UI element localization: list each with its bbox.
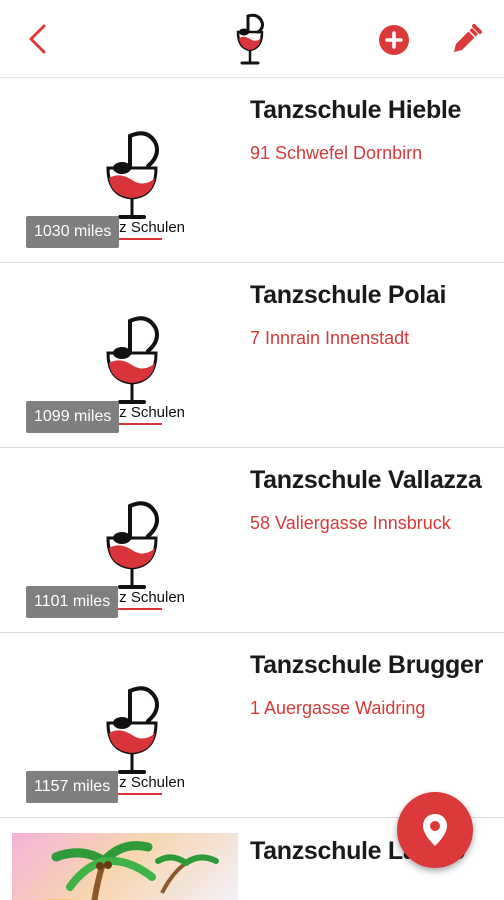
map-pin-icon [423,814,447,846]
top-app-bar [0,0,504,78]
listing-thumbnail: Tanz Schulen 1157 miles [20,647,240,803]
plus-circle-icon [379,25,409,55]
list-item[interactable]: Tanz Schulen 1030 miles Tanzschule Hiebl… [0,78,504,263]
listing-name: Tanzschule Polai [250,281,447,309]
listing-thumbnail: Tanz Schulen 1099 miles [20,277,240,433]
distance-badge: 1157 miles [26,771,119,803]
distance-badge: 1030 miles [26,216,120,248]
palm-tree-illustration [37,841,219,900]
add-button[interactable] [378,24,410,56]
pencil-icon [454,24,482,52]
listing-thumbnail: Tanz Schulen 1030 miles [20,92,240,248]
listing-address: 91 Schwefel Dornbirn [250,143,423,163]
distance-badge: 1099 miles [26,401,120,433]
listing-address: 58 Valiergasse Innsbruck [250,513,451,533]
listing-address: 7 Innrain Innenstadt [250,328,410,348]
dance-school-list: Tanz Schulen 1030 miles Tanzschule Hiebl… [0,78,504,900]
app-logo [228,10,276,68]
back-button[interactable] [22,22,56,56]
music-note-wineglass-logo-icon [236,13,264,65]
map-fab-button[interactable] [397,792,473,868]
chevron-left-icon [29,24,46,54]
listing-photo [12,833,238,900]
listing-address: 1 Auergasse Waidring [250,698,426,718]
listing-name: Tanzschule Vallazza [250,466,482,494]
list-item[interactable]: Tanz Schulen 1157 miles Tanzschule Brugg… [0,633,504,818]
distance-badge: 1101 miles [26,586,119,618]
listing-name: Tanzschule Hieble [250,96,462,124]
listing-thumbnail: Tanz Schulen 1101 miles [20,462,240,618]
edit-button[interactable] [448,22,484,58]
list-item[interactable]: Tanz Schulen 1099 miles Tanzschule Polai… [0,263,504,448]
app-screen: Tanz Schulen 1030 miles Tanzschule Hiebl… [0,0,504,900]
list-item[interactable]: Tanz Schulen 1101 miles Tanzschule Valla… [0,448,504,633]
listing-name: Tanzschule Brugger [250,651,484,679]
